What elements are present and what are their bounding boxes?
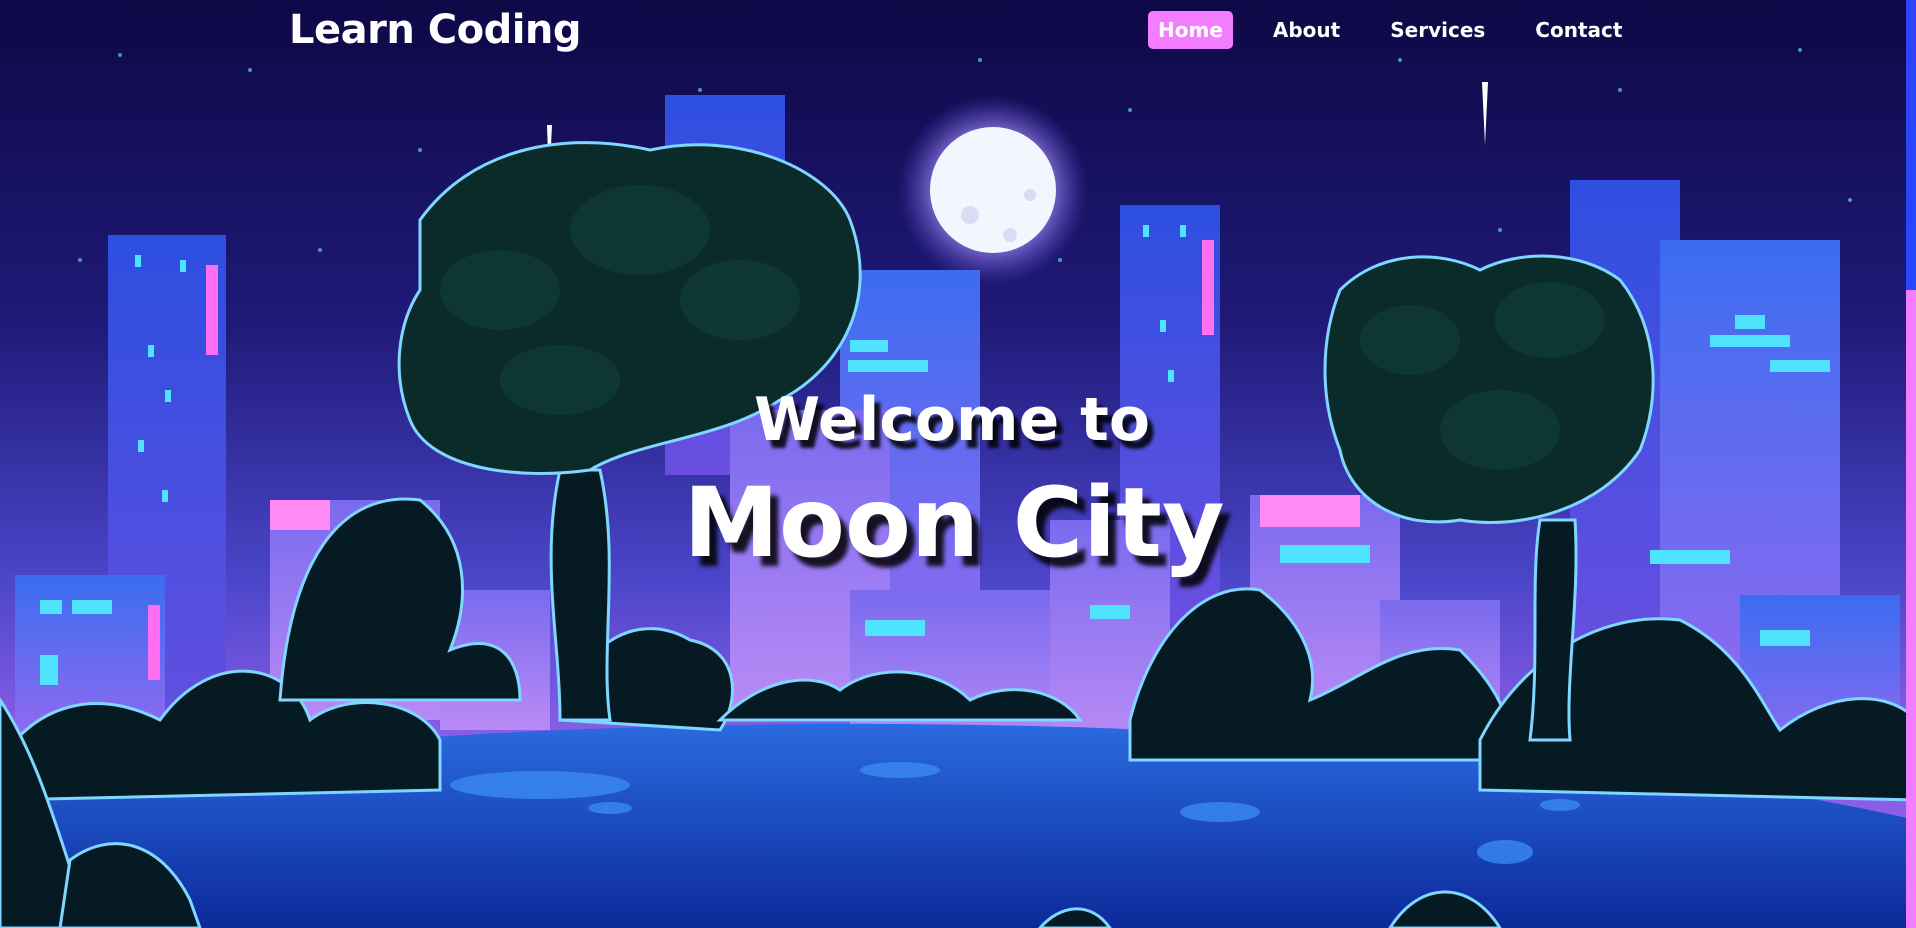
hero-title: Moon City — [683, 467, 1225, 579]
nav-about-link[interactable]: About — [1263, 11, 1350, 49]
scrollbar-thumb[interactable] — [1906, 290, 1916, 928]
page: Learn Coding Home About Services Contact… — [0, 0, 1916, 928]
main-nav: Home About Services Contact — [1148, 11, 1632, 49]
nav-contact-link[interactable]: Contact — [1525, 11, 1632, 49]
nav-services-link[interactable]: Services — [1380, 11, 1495, 49]
nav-home-link[interactable]: Home — [1148, 11, 1233, 49]
hero-welcome-text: Welcome to — [753, 385, 1151, 455]
site-header: Learn Coding Home About Services Contact — [0, 0, 1916, 60]
background-illustration — [0, 0, 1916, 928]
site-logo[interactable]: Learn Coding — [289, 4, 582, 56]
page-scrollbar[interactable] — [1906, 0, 1916, 928]
